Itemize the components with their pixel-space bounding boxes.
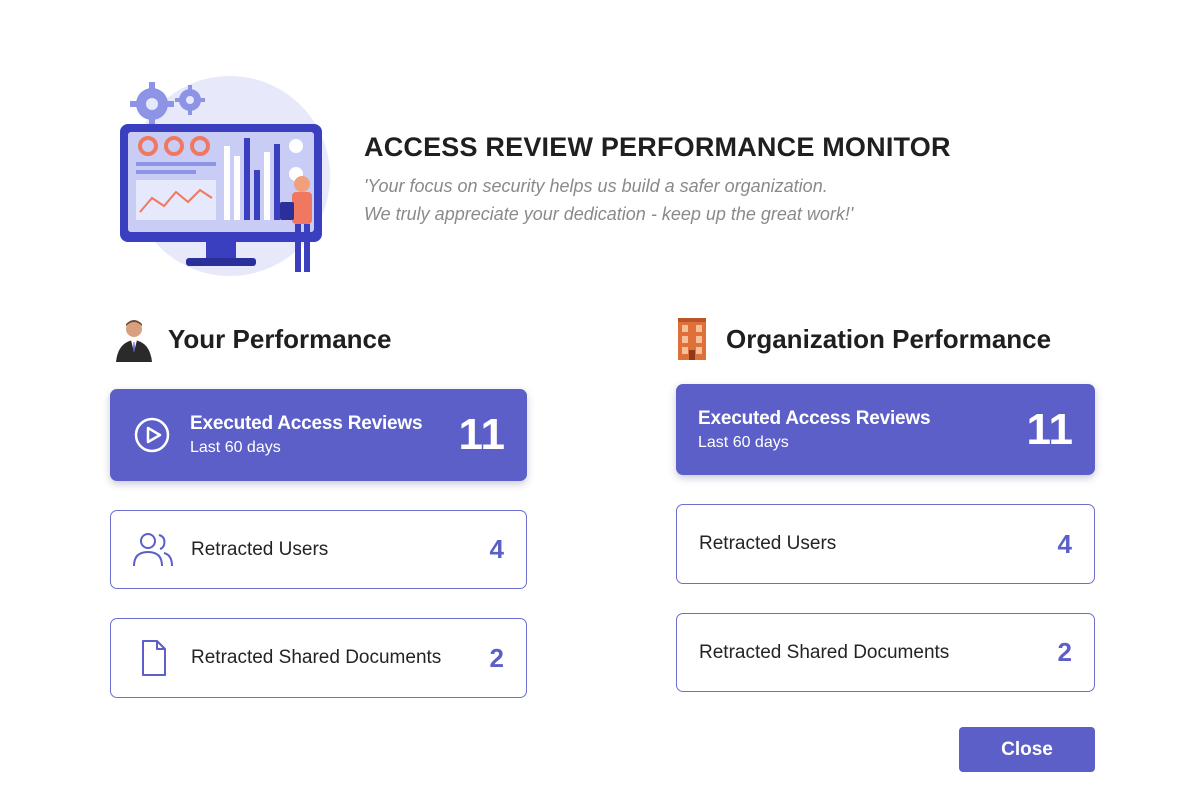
card-value: 2 — [1057, 637, 1072, 667]
org-retracted-documents-card: Retracted Shared Documents 2 — [676, 613, 1095, 692]
document-icon — [142, 640, 166, 676]
org-executed-reviews-card: Executed Access Reviews Last 60 days 11 — [676, 384, 1095, 475]
appreciation-quote: 'Your focus on security helps us build a… — [364, 172, 853, 228]
card-value: 4 — [1057, 528, 1072, 559]
your-retracted-users-card: Retracted Users 4 — [110, 510, 527, 589]
card-label: Executed Access Reviews — [698, 407, 931, 429]
card-sublabel: Last 60 days — [190, 439, 281, 456]
quote-line-2: We truly appreciate your dedication - ke… — [364, 204, 854, 224]
dashboard-illustration — [120, 76, 330, 276]
quote-line-1: 'Your focus on security helps us build a… — [364, 176, 828, 196]
card-label: Executed Access Reviews — [190, 413, 423, 434]
your-executed-reviews-card: Executed Access Reviews Last 60 days 11 — [110, 389, 527, 481]
close-button[interactable]: Close — [959, 727, 1095, 772]
card-value: 4 — [489, 534, 504, 564]
card-value: 11 — [1026, 404, 1073, 454]
card-value: 2 — [489, 642, 504, 673]
play-circle-icon — [134, 417, 170, 453]
your-performance-header: Your Performance — [114, 316, 391, 362]
card-label: Retracted Shared Documents — [699, 641, 950, 663]
card-label: Retracted Users — [699, 533, 837, 554]
card-sublabel: Last 60 days — [698, 433, 789, 451]
card-label: Retracted Shared Documents — [191, 647, 442, 668]
user-photo-icon — [116, 320, 152, 362]
your-performance-heading: Your Performance — [168, 323, 392, 354]
office-building-icon — [678, 318, 706, 360]
card-label: Retracted Users — [191, 538, 329, 560]
card-value: 11 — [458, 410, 505, 459]
org-retracted-users-card: Retracted Users 4 — [676, 504, 1095, 584]
your-retracted-documents-card: Retracted Shared Documents 2 — [110, 618, 527, 698]
organization-performance-heading: Organization Performance — [726, 323, 1052, 354]
people-icon — [133, 532, 173, 566]
page-title: ACCESS REVIEW PERFORMANCE MONITOR — [364, 132, 951, 162]
organization-performance-header: Organization Performance — [672, 316, 1051, 362]
